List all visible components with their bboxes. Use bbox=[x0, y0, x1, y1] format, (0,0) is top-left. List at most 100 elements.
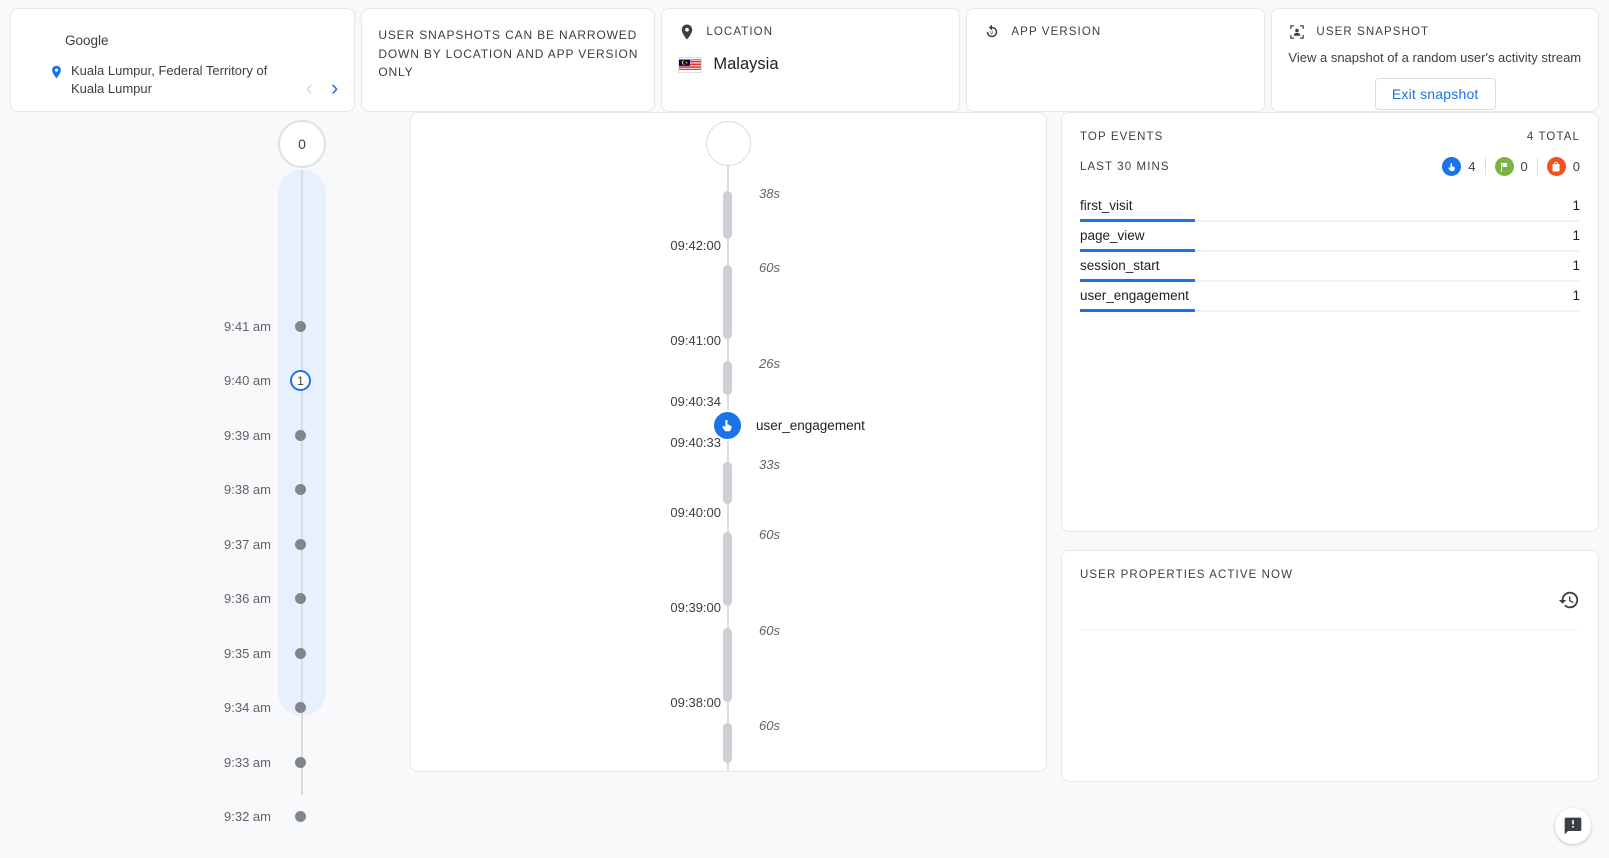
minute-row-time: 9:34 am bbox=[224, 700, 271, 715]
minute-row-time: 9:41 am bbox=[224, 318, 271, 334]
minute-row[interactable]: 9:41 am bbox=[10, 315, 410, 337]
activity-gap-bar bbox=[723, 723, 732, 763]
activity-stream-card: 38s 60s 26s 33s 60s 60s 60s 09:42:00 09:41:00 09:… bbox=[410, 112, 1047, 772]
top-event-count: 1 bbox=[1572, 258, 1580, 273]
minute-row[interactable]: 9:39 am bbox=[10, 424, 410, 446]
shopping-bag-icon bbox=[1546, 157, 1566, 176]
top-event-row[interactable]: page_view 1 bbox=[1080, 222, 1580, 252]
legend-separator bbox=[1484, 158, 1486, 175]
minute-row[interactable]: 9:35 am bbox=[10, 642, 410, 664]
activity-timestamp: 09:38:00 bbox=[670, 695, 721, 710]
top-event-row[interactable]: user_engagement 1 bbox=[1080, 282, 1580, 312]
trending-source-name: Google bbox=[65, 33, 109, 48]
app-version-card: v APP VERSION bbox=[966, 8, 1266, 112]
minute-row-time: 9:33 am bbox=[224, 754, 271, 770]
top-event-row[interactable]: session_start 1 bbox=[1080, 252, 1580, 282]
minute-row[interactable]: 9:32 am bbox=[10, 806, 410, 828]
activity-timestamp: 09:40:34 bbox=[670, 394, 721, 409]
right-rail: TOP EVENTS 4 TOTAL LAST 30 MINS 4 0 0 firs… bbox=[1047, 112, 1599, 858]
activity-stream-head-ring bbox=[706, 121, 751, 166]
top-events-panel: TOP EVENTS 4 TOTAL LAST 30 MINS 4 0 0 firs… bbox=[1061, 112, 1599, 532]
top-event-bar-fill bbox=[1080, 309, 1195, 312]
activity-gap-bar bbox=[723, 361, 732, 395]
minute-row-time: 9:35 am bbox=[224, 645, 271, 661]
minute-row-time: 9:39 am bbox=[224, 427, 271, 443]
history-icon[interactable] bbox=[1558, 589, 1580, 611]
minute-row-dot[interactable] bbox=[295, 538, 306, 550]
feedback-button[interactable] bbox=[1555, 808, 1591, 844]
prev-arrow-icon[interactable]: ‹ bbox=[306, 77, 313, 99]
minute-row-time: 9:32 am bbox=[224, 809, 271, 824]
activity-timestamp: 09:40:33 bbox=[670, 435, 721, 450]
user-snapshot-card-title: USER SNAPSHOT bbox=[1316, 26, 1430, 38]
minute-row[interactable]: 9:36 am bbox=[10, 588, 410, 610]
legend-item: 0 bbox=[1494, 157, 1528, 176]
top-event-label: session_start bbox=[1080, 258, 1160, 273]
minute-row[interactable]: 9:40 am 1 bbox=[10, 370, 410, 392]
minute-row[interactable]: 9:33 am bbox=[10, 751, 410, 773]
top-events-subheader: LAST 30 MINS 4 0 0 bbox=[1080, 157, 1580, 176]
trending-card: Google Kuala Lumpur, Federal Territory o… bbox=[10, 8, 356, 112]
touch-gesture-icon[interactable] bbox=[712, 410, 743, 441]
app-version-icon: v bbox=[983, 23, 1001, 41]
location-card-title: LOCATION bbox=[706, 26, 774, 38]
legend-count: 0 bbox=[1572, 159, 1580, 174]
minute-row[interactable]: 9:37 am bbox=[10, 533, 410, 555]
top-event-count: 1 bbox=[1572, 228, 1580, 243]
user-properties-title: USER PROPERTIES ACTIVE NOW bbox=[1080, 569, 1294, 581]
minute-row-dot[interactable] bbox=[295, 484, 306, 495]
minute-row-dot[interactable] bbox=[295, 756, 306, 768]
top-events-title: TOP EVENTS bbox=[1080, 131, 1164, 143]
activity-timestamp: 09:41:00 bbox=[670, 333, 721, 348]
minute-row-active-marker[interactable]: 1 bbox=[290, 370, 311, 391]
minute-row-dot[interactable] bbox=[295, 811, 306, 822]
flag-icon bbox=[1494, 157, 1514, 176]
minute-row[interactable]: 9:34 am bbox=[10, 697, 410, 719]
location-pin-icon bbox=[49, 63, 64, 81]
snapshot-note-text: USER SNAPSHOTS CAN BE NARROWED DOWN BY L… bbox=[378, 28, 639, 80]
activity-gap-duration: 60s bbox=[759, 623, 780, 638]
minute-timeline: 0 9:41 am 9:40 am 1 9:39 am 9:38 am 9:37 am 9:… bbox=[10, 112, 410, 858]
svg-text:v: v bbox=[990, 31, 994, 37]
app-version-card-title: APP VERSION bbox=[1011, 26, 1102, 38]
activity-timestamp: 09:40:00 bbox=[670, 505, 721, 520]
top-events-subtitle: LAST 30 MINS bbox=[1080, 160, 1170, 173]
minute-row[interactable]: 9:38 am bbox=[10, 479, 410, 501]
location-card-header: LOCATION bbox=[678, 23, 943, 41]
user-snapshot-description: View a snapshot of a random user's activ… bbox=[1288, 50, 1582, 65]
header-card-strip: TRENDING TIMELINE DETAILS Google Kuala L… bbox=[0, 0, 1609, 112]
top-event-label: page_view bbox=[1080, 228, 1145, 243]
minute-row-time: 9:40 am bbox=[224, 373, 271, 388]
next-arrow-icon[interactable]: › bbox=[331, 77, 338, 99]
minute-row-dot[interactable] bbox=[295, 593, 306, 604]
timeline-current-count: 0 bbox=[278, 120, 326, 168]
top-events-total: 4 TOTAL bbox=[1526, 131, 1580, 143]
activity-gap-bar bbox=[723, 265, 732, 339]
activity-gap-bar bbox=[723, 532, 732, 606]
location-card: LOCATION Malaysia bbox=[661, 8, 961, 112]
main-body: 0 9:41 am 9:40 am 1 9:39 am 9:38 am 9:37 am 9:… bbox=[0, 112, 1609, 858]
activity-gap-bar bbox=[723, 462, 732, 504]
location-pin-icon bbox=[678, 23, 696, 41]
activity-gap-duration: 26s bbox=[759, 356, 780, 371]
activity-timestamp: 09:39:00 bbox=[670, 600, 721, 615]
legend-item: 0 bbox=[1546, 157, 1580, 176]
exit-snapshot-button-wrap: Exit snapshot bbox=[1288, 77, 1582, 110]
malaysia-flag-icon bbox=[678, 56, 703, 73]
feedback-icon bbox=[1564, 817, 1582, 835]
top-event-row[interactable]: first_visit 1 bbox=[1080, 192, 1580, 222]
minute-row-dot[interactable] bbox=[295, 320, 306, 332]
minute-row-dot[interactable] bbox=[295, 429, 306, 441]
activity-gap-duration: 60s bbox=[759, 718, 780, 733]
minute-row-dot[interactable] bbox=[295, 702, 306, 713]
minute-row-dot[interactable] bbox=[295, 647, 306, 659]
user-snapshot-card-header: USER SNAPSHOT bbox=[1288, 23, 1582, 41]
legend-count: 0 bbox=[1520, 159, 1528, 174]
location-value-row: Malaysia bbox=[678, 55, 943, 74]
activity-gap-duration: 60s bbox=[759, 527, 780, 542]
top-event-count: 1 bbox=[1572, 198, 1580, 213]
minute-row-time: 9:38 am bbox=[224, 482, 271, 497]
activity-event-name: user_engagement bbox=[756, 418, 865, 433]
exit-snapshot-button[interactable]: Exit snapshot bbox=[1374, 77, 1496, 110]
minute-row-time: 9:37 am bbox=[224, 536, 271, 552]
